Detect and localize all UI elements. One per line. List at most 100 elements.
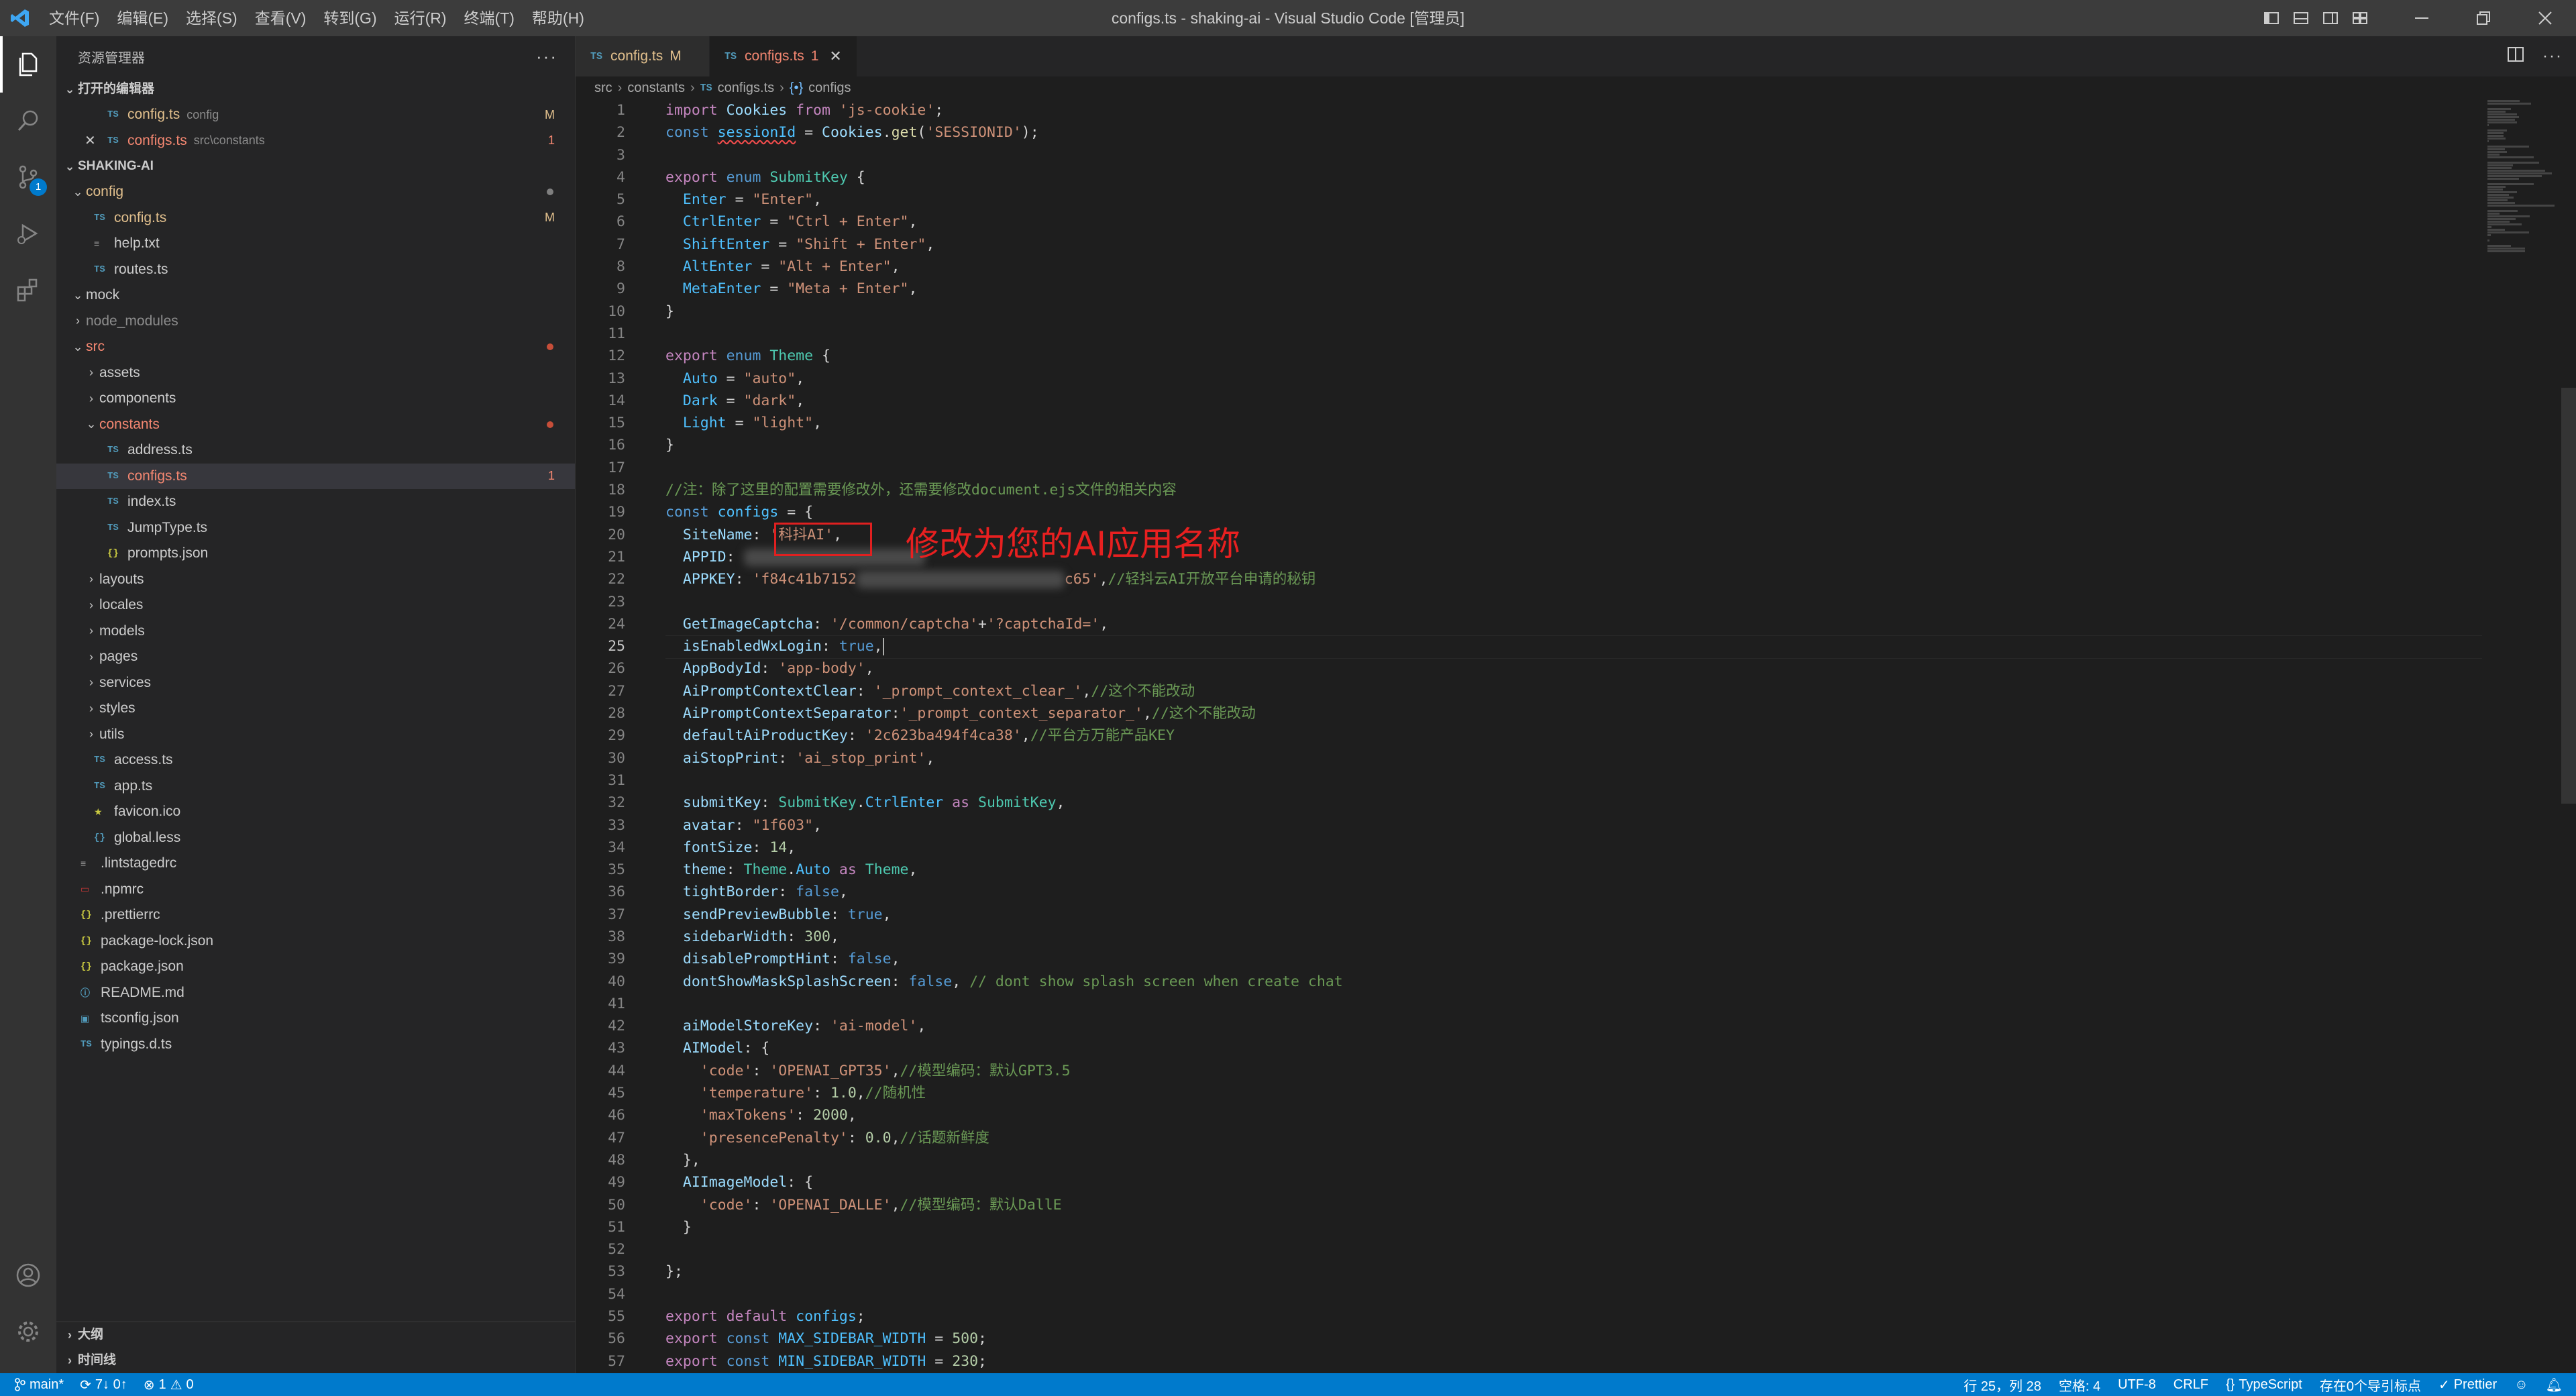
close-window-icon[interactable] (2514, 0, 2576, 36)
split-editor-icon[interactable] (2508, 46, 2524, 66)
tree-folder[interactable]: ⌄ mock (56, 282, 575, 309)
run-debug-icon[interactable] (0, 205, 56, 262)
tree-folder[interactable]: ⌄ constants (56, 412, 575, 438)
tree-file[interactable]: TS config.ts M (56, 205, 575, 231)
tree-file[interactable]: TS JumpType.ts (56, 515, 575, 541)
tree-folder[interactable]: › components (56, 386, 575, 412)
more-actions-icon[interactable]: ··· (536, 46, 557, 67)
settings-gear-icon[interactable] (0, 1303, 56, 1360)
restore-icon[interactable] (2453, 0, 2514, 36)
branch-indicator[interactable]: main* (15, 1377, 64, 1393)
vscode-logo-icon[interactable] (0, 0, 40, 36)
breadcrumb-item[interactable]: configs (808, 80, 851, 96)
menu-item[interactable]: 终端(T) (455, 0, 523, 36)
menu-item[interactable]: 文件(F) (40, 0, 108, 36)
minimap-line (2487, 121, 2517, 123)
tree-file[interactable]: ★ favicon.ico (56, 799, 575, 825)
tree-file[interactable]: {} .prettierrc (56, 902, 575, 928)
prettier-status[interactable]: ✓ Prettier (2438, 1377, 2497, 1393)
tree-file[interactable]: TS typings.d.ts (56, 1032, 575, 1058)
account-icon[interactable] (0, 1247, 56, 1303)
open-editor-item[interactable]: ✕ TS configs.ts src\constants 1 (56, 128, 575, 154)
tree-folder[interactable]: › pages (56, 644, 575, 670)
tree-file[interactable]: ⓘ README.md (56, 980, 575, 1006)
toggle-secondary-sidebar-icon[interactable] (2316, 0, 2345, 36)
line-number: 29 (608, 727, 625, 745)
code-token: enum (726, 168, 770, 186)
breadcrumb-item[interactable]: constants (627, 80, 685, 96)
tree-folder[interactable]: › locales (56, 592, 575, 619)
tree-folder[interactable]: › models (56, 619, 575, 645)
typescript-file-icon: TS (94, 264, 105, 275)
code-editor[interactable]: 1 import Cookies from 'js-cookie'; 2 const … (576, 99, 2576, 1373)
language-mode[interactable]: {} TypeScript (2226, 1377, 2302, 1393)
timeline-section[interactable]: › 时间线 (56, 1348, 576, 1373)
cursor-position[interactable]: 行 25，列 28 (1964, 1375, 2041, 1395)
line-number: 56 (608, 1330, 625, 1348)
tree-folder[interactable]: › node_modules (56, 309, 575, 335)
tree-file[interactable]: TS address.ts (56, 437, 575, 464)
vertical-scrollbar[interactable] (2561, 99, 2576, 1373)
menu-item[interactable]: 编辑(E) (108, 0, 177, 36)
tree-file[interactable]: ≡ help.txt (56, 231, 575, 257)
open-editors-section[interactable]: ⌄ 打开的编辑器 (56, 76, 575, 102)
tab-configs-ts[interactable]: TS configs.ts 1 ✕ (710, 36, 857, 76)
code-token: AppBodyId (682, 660, 761, 678)
customize-layout-icon[interactable] (2345, 0, 2375, 36)
source-control-icon[interactable]: 1 (0, 149, 56, 205)
menu-item[interactable]: 选择(S) (177, 0, 246, 36)
tree-folder[interactable]: › styles (56, 696, 575, 722)
feedback-icon[interactable]: ☺ (2514, 1377, 2528, 1393)
minimap[interactable] (2487, 99, 2561, 301)
tree-file[interactable]: TS app.ts (56, 773, 575, 800)
tree-folder[interactable]: › services (56, 670, 575, 696)
tree-file[interactable]: {} package.json (56, 954, 575, 980)
line-ending[interactable]: CRLF (2174, 1377, 2208, 1393)
tree-file[interactable]: ▭ .npmrc (56, 877, 575, 903)
menu-item[interactable]: 查看(V) (246, 0, 315, 36)
tree-file[interactable]: TS configs.ts 1 (56, 463, 575, 489)
code-content: CtrlEnter = "Ctrl + Enter", (625, 211, 918, 233)
tree-folder[interactable]: › utils (56, 722, 575, 748)
tree-item-label: constants (99, 416, 160, 432)
tree-file[interactable]: TS index.ts (56, 489, 575, 515)
tree-file[interactable]: {} prompts.json (56, 541, 575, 567)
explorer-icon[interactable] (0, 36, 56, 93)
code-token: export (665, 1352, 727, 1370)
tab-config-ts[interactable]: TS config.ts M (576, 36, 710, 76)
tree-file[interactable]: TS access.ts (56, 747, 575, 773)
minimize-icon[interactable] (2391, 0, 2453, 36)
problems-indicator[interactable]: ⊗ 1 ⚠ 0 (144, 1377, 194, 1393)
extensions-icon[interactable] (0, 262, 56, 318)
outline-section[interactable]: › 大纲 (56, 1322, 576, 1348)
open-editor-item[interactable]: TS config.ts config M (56, 102, 575, 128)
tree-folder[interactable]: › layouts (56, 567, 575, 593)
tree-file[interactable]: {} global.less (56, 825, 575, 851)
project-section[interactable]: ⌄ SHAKING-AI (56, 154, 575, 179)
tree-file[interactable]: {} package-lock.json (56, 928, 575, 955)
menu-item[interactable]: 运行(R) (386, 0, 455, 36)
more-actions-icon[interactable]: ··· (2542, 47, 2563, 66)
notifications-bell-icon[interactable]: 🔔︎ (2546, 1377, 2563, 1393)
tree-folder[interactable]: ⌄ src (56, 334, 575, 360)
close-icon[interactable]: ✕ (85, 132, 107, 149)
indentation[interactable]: 空格: 4 (2059, 1375, 2100, 1395)
tree-file[interactable]: TS routes.ts (56, 257, 575, 283)
encoding[interactable]: UTF-8 (2118, 1377, 2156, 1393)
menu-item[interactable]: 转到(G) (315, 0, 385, 36)
search-icon[interactable] (0, 93, 56, 149)
unsaved-indicator[interactable]: 存在0个导引标点 (2320, 1375, 2421, 1395)
tree-folder[interactable]: ⌄ config (56, 179, 575, 205)
sync-indicator[interactable]: ⟳ 7↓ 0↑ (80, 1377, 127, 1393)
tree-file[interactable]: ≡ .lintstagedrc (56, 851, 575, 877)
breadcrumb-item[interactable]: configs.ts (718, 80, 774, 96)
tree-folder[interactable]: › assets (56, 360, 575, 386)
line-number: 2 (616, 124, 625, 142)
menu-item[interactable]: 帮助(H) (523, 0, 593, 36)
toggle-panel-icon[interactable] (2286, 0, 2316, 36)
scrollbar-thumb[interactable] (2561, 388, 2576, 804)
close-icon[interactable]: ✕ (829, 48, 841, 65)
tree-file[interactable]: ▣ tsconfig.json (56, 1006, 575, 1032)
breadcrumb-item[interactable]: src (594, 80, 612, 96)
toggle-primary-sidebar-icon[interactable] (2257, 0, 2286, 36)
